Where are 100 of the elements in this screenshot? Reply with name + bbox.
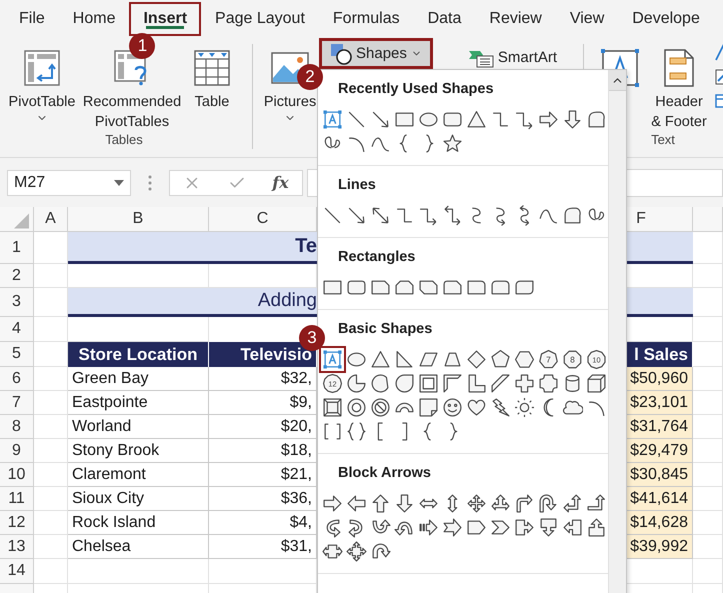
- document-icon: [664, 49, 694, 87]
- striped-arrow-icon[interactable]: [418, 516, 438, 538]
- empty-cell[interactable]: [693, 317, 723, 342]
- freeform-icon[interactable]: [562, 204, 582, 226]
- no-symbol-icon[interactable]: [370, 396, 390, 418]
- bevel-icon[interactable]: [322, 396, 342, 418]
- triangle-icon[interactable]: [370, 348, 390, 370]
- teardrop-icon[interactable]: [394, 372, 414, 394]
- row-number[interactable]: 1: [12, 238, 21, 256]
- left-up-arrow-icon[interactable]: [562, 492, 582, 514]
- lightning-icon[interactable]: [490, 396, 510, 418]
- bracket-pair-icon[interactable]: [322, 420, 342, 442]
- hexagon-icon[interactable]: [514, 348, 534, 370]
- right-triangle-icon[interactable]: [394, 348, 414, 370]
- arrow-callout-icon[interactable]: [538, 516, 558, 538]
- ribbon-tab[interactable]: Review: [475, 2, 556, 36]
- triangle-icon[interactable]: [466, 108, 486, 130]
- up-arrow-icon[interactable]: [370, 492, 390, 514]
- row-number[interactable]: 8: [12, 418, 21, 436]
- half-frame-icon[interactable]: [442, 372, 462, 394]
- heptagon-icon[interactable]: 7: [538, 348, 558, 370]
- shapes-button[interactable]: Shapes: [319, 38, 433, 69]
- u-turn-arrow-icon[interactable]: [538, 492, 558, 514]
- down-arrow-icon[interactable]: [562, 108, 582, 130]
- section-heading: Rectangles: [338, 248, 416, 267]
- quad-arrow-icon[interactable]: [466, 492, 486, 514]
- double-arrow-icon[interactable]: [370, 204, 390, 226]
- scrollbar[interactable]: [608, 70, 626, 593]
- ribbon-tab[interactable]: Insert: [129, 2, 202, 36]
- table-cell: Sioux City: [68, 487, 209, 511]
- ribbon-tab[interactable]: Develope: [618, 2, 714, 36]
- pivot-table-button[interactable]: PivotTable: [6, 40, 78, 124]
- frame-icon[interactable]: [418, 372, 438, 394]
- right-arrow-icon[interactable]: [538, 108, 558, 130]
- row-number[interactable]: 3: [12, 293, 21, 311]
- table-cell: Stony Brook: [68, 439, 209, 463]
- row-number[interactable]: 7: [12, 394, 21, 412]
- column-header[interactable]: C: [256, 210, 268, 228]
- row-number[interactable]: 5: [12, 345, 21, 363]
- plaque-icon[interactable]: [538, 372, 558, 394]
- ribbon-tab[interactable]: File: [5, 2, 59, 36]
- bent-up-arrow-icon[interactable]: [586, 492, 606, 514]
- ribbon-tab[interactable]: View: [556, 2, 618, 36]
- arrow-callout-icon[interactable]: [562, 516, 582, 538]
- chord-icon[interactable]: [370, 372, 390, 394]
- row-number[interactable]: 2: [12, 266, 21, 284]
- smiley-icon[interactable]: [442, 396, 462, 418]
- ribbon-tab[interactable]: Formulas: [318, 2, 414, 36]
- cross-icon[interactable]: [514, 372, 534, 394]
- column-header[interactable]: F: [636, 210, 646, 228]
- empty-cell[interactable]: [693, 264, 723, 288]
- arrow-callout-icon[interactable]: [586, 516, 606, 538]
- column-heading: Televisio: [209, 342, 317, 367]
- elbow-arrow-icon[interactable]: [442, 204, 462, 226]
- table-button[interactable]: Table: [186, 40, 238, 112]
- diamond-icon[interactable]: [466, 348, 486, 370]
- ribbon-tab[interactable]: Home: [58, 2, 130, 36]
- group-label: Tables: [105, 132, 143, 147]
- right-arrow-icon[interactable]: [322, 492, 342, 514]
- empty-cell[interactable]: [693, 559, 723, 584]
- row-number[interactable]: 4: [12, 320, 21, 338]
- pentagon-icon[interactable]: [490, 348, 510, 370]
- header-footer-button[interactable]: Header & Footer: [646, 40, 712, 132]
- insert-function-button[interactable]: fx: [272, 173, 289, 192]
- empty-cell[interactable]: [68, 559, 209, 584]
- octagon-icon[interactable]: 8: [562, 348, 582, 370]
- ribbon-tab[interactable]: Page Layout: [201, 2, 319, 36]
- column-header[interactable]: B: [132, 210, 144, 228]
- header-cell[interactable]: [693, 207, 723, 232]
- down-arrow-icon[interactable]: [394, 492, 414, 514]
- table-cell: Rock Island: [68, 511, 209, 535]
- name-box[interactable]: M27: [7, 170, 131, 196]
- arrow-callout-icon[interactable]: [514, 516, 534, 538]
- brace-pair-icon[interactable]: [346, 420, 366, 442]
- bent-arrow-icon[interactable]: [514, 492, 534, 514]
- notched-arrow-icon[interactable]: [442, 516, 462, 538]
- three-way-arrow-icon[interactable]: [490, 492, 510, 514]
- dodecagon-icon[interactable]: 12: [322, 372, 342, 394]
- row-number[interactable]: 6: [12, 370, 21, 388]
- sun-icon[interactable]: [514, 396, 534, 418]
- left-arrow-icon[interactable]: [346, 492, 366, 514]
- pie-icon[interactable]: [346, 372, 366, 394]
- circular-arrow-icon[interactable]: [370, 540, 390, 562]
- sheet-title: Te: [294, 235, 317, 258]
- star-icon[interactable]: [442, 132, 462, 154]
- cube-icon[interactable]: [586, 372, 606, 394]
- table-cell: Worland: [68, 415, 209, 439]
- arrow-callout-icon[interactable]: [346, 540, 366, 562]
- section-heading: Lines: [338, 176, 377, 195]
- ribbon-tab[interactable]: Data: [414, 2, 476, 36]
- decagon-icon[interactable]: 10: [586, 348, 606, 370]
- freeform-icon[interactable]: [586, 108, 606, 130]
- l-shape-icon[interactable]: [466, 372, 486, 394]
- folded-corner-icon[interactable]: [418, 396, 438, 418]
- section-heading: Recently Used Shapes: [338, 80, 495, 99]
- diagonal-stripe-icon[interactable]: [490, 372, 510, 394]
- row-number[interactable]: 9: [12, 442, 21, 460]
- caret-icon: [114, 180, 124, 186]
- donut-icon[interactable]: [346, 396, 366, 418]
- pivot-table-icon: [24, 50, 60, 86]
